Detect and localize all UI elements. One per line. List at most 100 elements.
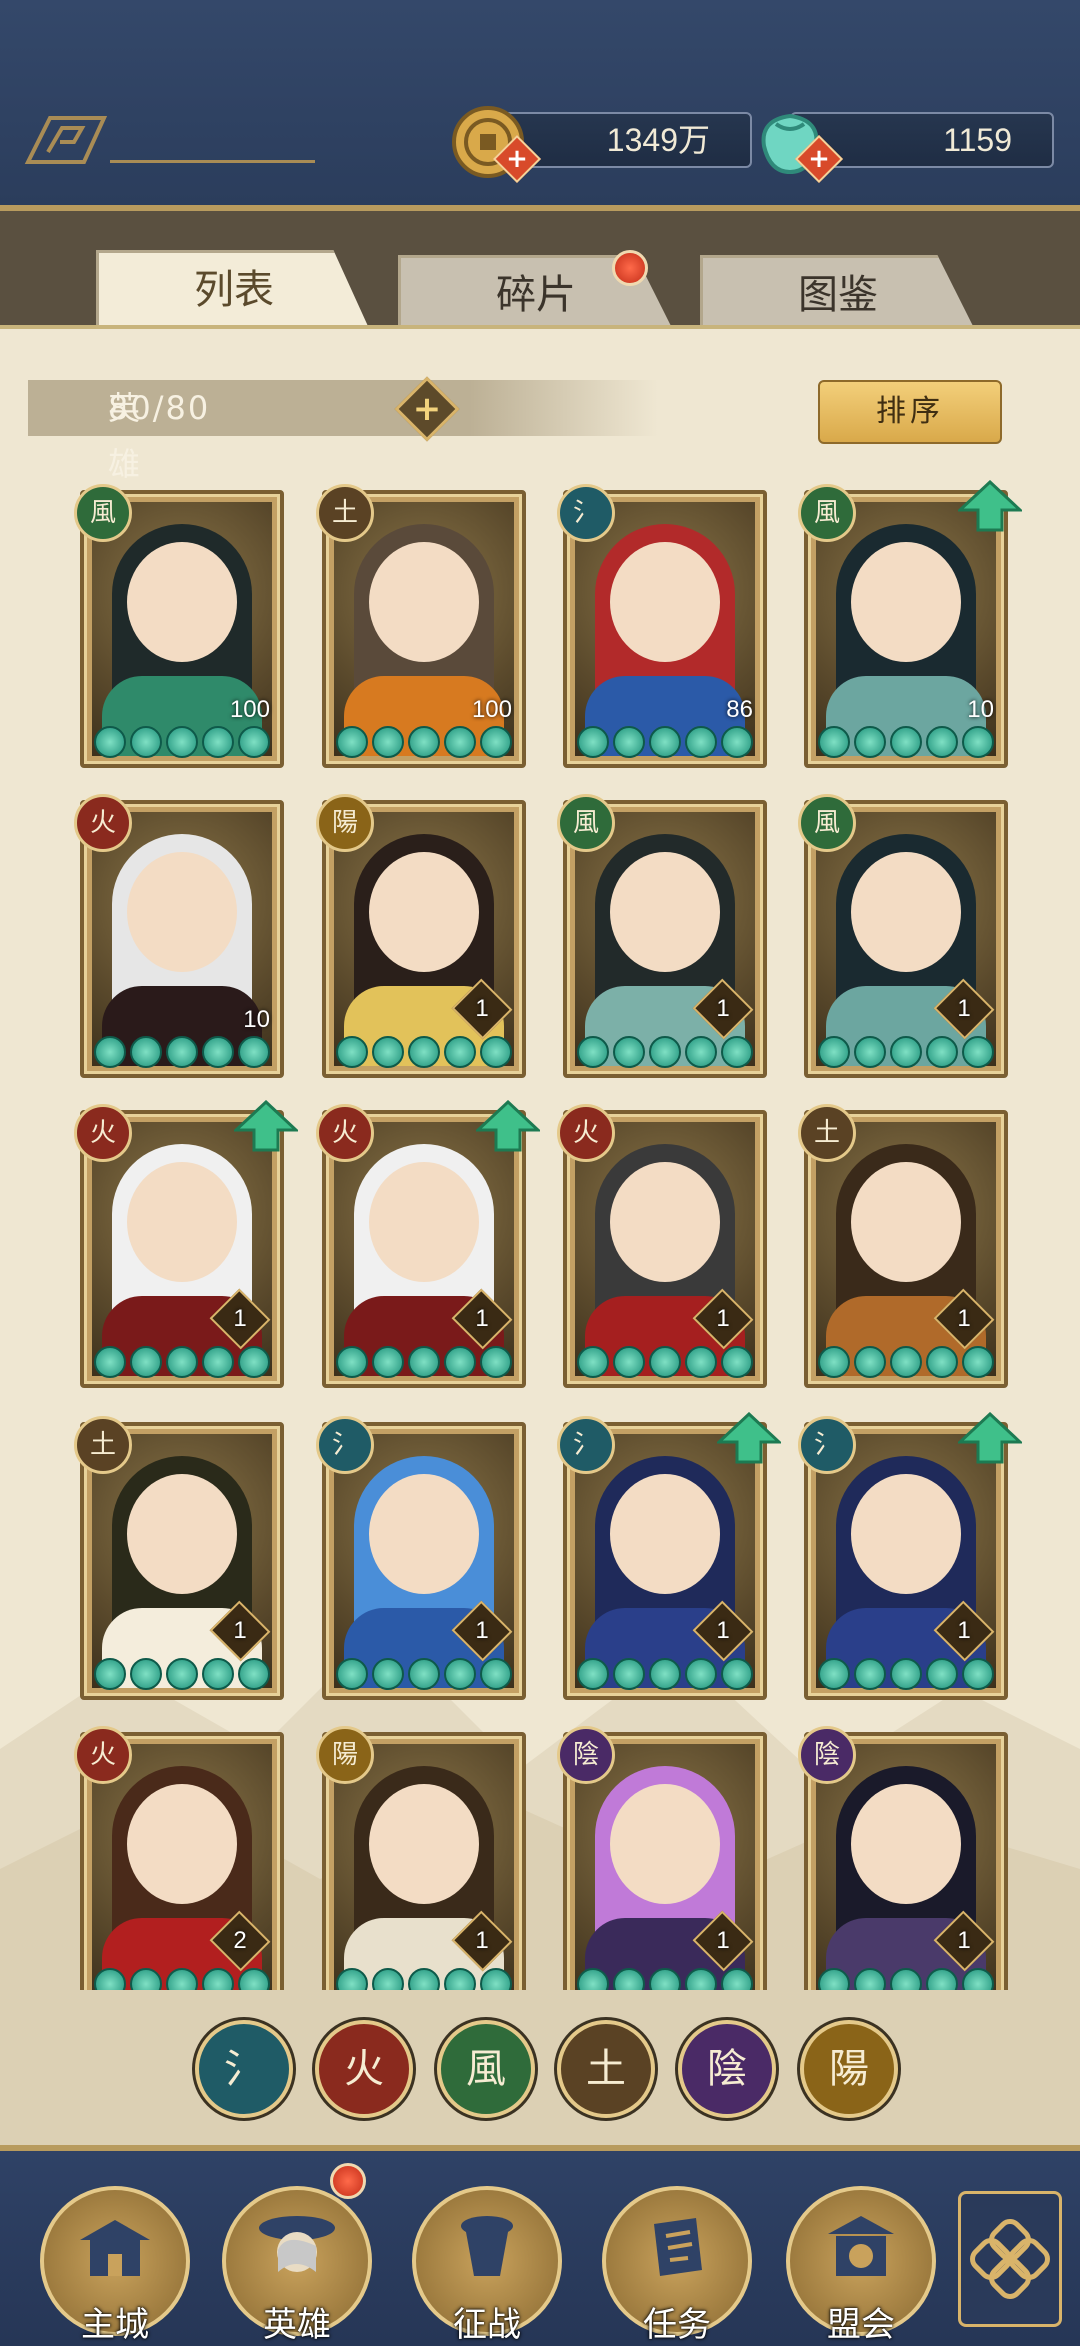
jade-star-icon	[721, 1346, 753, 1378]
hero-card[interactable]: 1陽	[316, 794, 526, 1078]
filter-yang[interactable]: 陽	[800, 2020, 898, 2118]
element-badge: 陽	[316, 794, 374, 852]
hero-face	[851, 1474, 961, 1594]
hero-card[interactable]: 1陰	[557, 1726, 767, 1990]
jade-star-icon	[577, 1968, 609, 1990]
filter-yin[interactable]: 陰	[678, 2020, 776, 2118]
star-rating	[575, 1658, 755, 1690]
jade-star-icon	[649, 726, 681, 758]
jade-star-icon	[685, 726, 717, 758]
coin-counter[interactable]: + 1349万	[452, 106, 752, 184]
tab-codex[interactable]: 图鉴	[700, 255, 976, 332]
jade-star-icon	[130, 1036, 162, 1068]
jade-star-icon	[408, 1036, 440, 1068]
nav-main-city[interactable]: 主城	[40, 2186, 190, 2345]
campaign-icon	[461, 2216, 513, 2276]
jade-star-icon	[577, 1036, 609, 1068]
jade-star-icon	[962, 1036, 994, 1068]
jade-star-icon	[480, 1968, 512, 1990]
jade-star-icon	[962, 1968, 994, 1990]
jade-star-icon	[926, 1968, 958, 1990]
hero-count-bar: 英雄数量: 80/80	[28, 380, 658, 595]
jade-star-icon	[94, 1346, 126, 1378]
hero-card[interactable]: 1風	[798, 794, 1008, 1078]
element-filter-bar: 氵火風土陰陽	[0, 2020, 1080, 2120]
jade-star-icon	[94, 1658, 126, 1690]
hero-face	[851, 542, 961, 662]
hero-face	[610, 1474, 720, 1594]
jade-star-icon	[926, 1036, 958, 1068]
jade-star-icon	[890, 1968, 922, 1990]
jade-star-icon	[854, 726, 886, 758]
hero-card[interactable]: 100 風	[74, 484, 284, 768]
hero-card[interactable]: 1陽	[316, 1726, 526, 1990]
filter-fire[interactable]: 火	[315, 2020, 413, 2118]
filter-wind[interactable]: 風	[437, 2020, 535, 2118]
hero-card[interactable]: 1氵	[557, 1412, 781, 1700]
tab-list[interactable]: 列表	[96, 250, 372, 335]
jade-star-icon	[480, 1658, 512, 1690]
nav-label: 盟会	[827, 2305, 895, 2345]
element-badge: 火	[74, 794, 132, 852]
jade-star-icon	[480, 1036, 512, 1068]
jade-star-icon	[818, 726, 850, 758]
hero-level: 10	[243, 1006, 270, 1033]
hero-count-value: 80/80	[108, 389, 211, 427]
jade-star-icon	[890, 726, 922, 758]
hero-card[interactable]: 1火	[316, 1100, 540, 1388]
hero-card[interactable]: 10 風	[798, 480, 1022, 768]
jade-counter[interactable]: + 1159	[761, 112, 1054, 184]
hero-card[interactable]: 100 土	[316, 484, 526, 768]
jade-star-icon	[962, 726, 994, 758]
element-badge: 氵	[316, 1416, 374, 1474]
jade-star-icon	[336, 1968, 368, 1990]
jade-star-icon	[372, 1968, 404, 1990]
star-rating	[92, 1658, 272, 1690]
hero-face	[127, 1784, 237, 1904]
hero-card[interactable]: 1土	[798, 1104, 1008, 1388]
hero-card[interactable]: 1陰	[798, 1726, 1008, 1990]
hero-card[interactable]: 1氵	[798, 1412, 1022, 1700]
hero-card[interactable]: 2火	[74, 1726, 284, 1990]
hero-face	[369, 852, 479, 972]
star-rating	[575, 1346, 755, 1378]
nav-campaign[interactable]: 征战	[412, 2186, 562, 2345]
nav-hero[interactable]: 英雄	[222, 2186, 372, 2345]
filter-water[interactable]: 氵	[195, 2020, 293, 2118]
jade-star-icon	[408, 1658, 440, 1690]
jade-star-icon	[336, 1036, 368, 1068]
element-badge: 氵	[557, 484, 615, 542]
star-rating	[334, 1968, 514, 1990]
element-badge: 風	[557, 794, 615, 852]
hero-card[interactable]: 1氵	[316, 1416, 526, 1700]
filter-earth[interactable]: 土	[557, 2020, 655, 2118]
jade-star-icon	[577, 1658, 609, 1690]
nav-guild[interactable]: 盟会	[786, 2186, 936, 2345]
star-rating	[334, 1036, 514, 1068]
element-badge: 陰	[798, 1726, 856, 1784]
hero-level: 86	[726, 696, 753, 723]
hero-card[interactable]: 1火	[74, 1100, 298, 1388]
jade-star-icon	[372, 1036, 404, 1068]
sort-button[interactable]: 排序	[818, 380, 1002, 444]
jade-star-icon	[444, 1346, 476, 1378]
jade-star-icon	[238, 1036, 270, 1068]
star-rating	[575, 1036, 755, 1068]
more-menu-button[interactable]	[958, 2191, 1062, 2327]
jade-star-icon	[444, 726, 476, 758]
hero-card[interactable]: 1土	[74, 1416, 284, 1700]
element-badge: 火	[557, 1104, 615, 1162]
nav-quest[interactable]: 任务	[602, 2186, 752, 2345]
header-divider	[110, 160, 315, 163]
hero-face	[610, 852, 720, 972]
jade-star-icon	[202, 1968, 234, 1990]
element-badge: 氵	[798, 1416, 856, 1474]
jade-star-icon	[613, 1658, 645, 1690]
hero-card[interactable]: 1風	[557, 794, 767, 1078]
hero-card[interactable]: 10 火	[74, 794, 284, 1078]
hero-face	[610, 1784, 720, 1904]
upgrade-arrow-icon	[476, 1100, 540, 1152]
hero-card[interactable]: 86 氵	[557, 484, 767, 768]
hero-card[interactable]: 1火	[557, 1104, 767, 1388]
star-rating	[575, 726, 755, 758]
